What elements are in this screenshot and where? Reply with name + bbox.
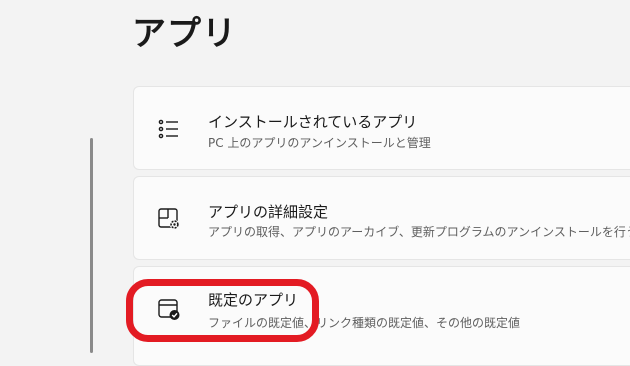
default-apps-icon bbox=[158, 299, 180, 320]
app-list-icon bbox=[158, 119, 178, 139]
page-title: アプリ bbox=[132, 14, 237, 54]
card-title: 既定のアプリ bbox=[208, 291, 299, 309]
installed-apps-card[interactable]: インストールされているアプリ PC 上のアプリのアンインストールと管理 bbox=[133, 86, 630, 170]
card-title: インストールされているアプリ bbox=[208, 113, 418, 131]
card-subtitle: ファイルの既定値、リンク種類の既定値、その他の既定値 bbox=[208, 316, 521, 330]
card-subtitle: PC 上のアプリのアンインストールと管理 bbox=[208, 136, 431, 150]
scroll-indicator[interactable] bbox=[90, 138, 93, 353]
card-subtitle: アプリの取得、アプリのアーカイブ、更新プログラムのアンインストールを行う場 bbox=[208, 225, 630, 239]
app-settings-icon bbox=[158, 208, 180, 230]
card-title: アプリの詳細設定 bbox=[208, 203, 329, 221]
default-apps-card[interactable]: 既定のアプリ ファイルの既定値、リンク種類の既定値、その他の既定値 bbox=[133, 266, 630, 366]
advanced-app-settings-card[interactable]: アプリの詳細設定 アプリの取得、アプリのアーカイブ、更新プログラムのアンインスト… bbox=[133, 176, 630, 260]
